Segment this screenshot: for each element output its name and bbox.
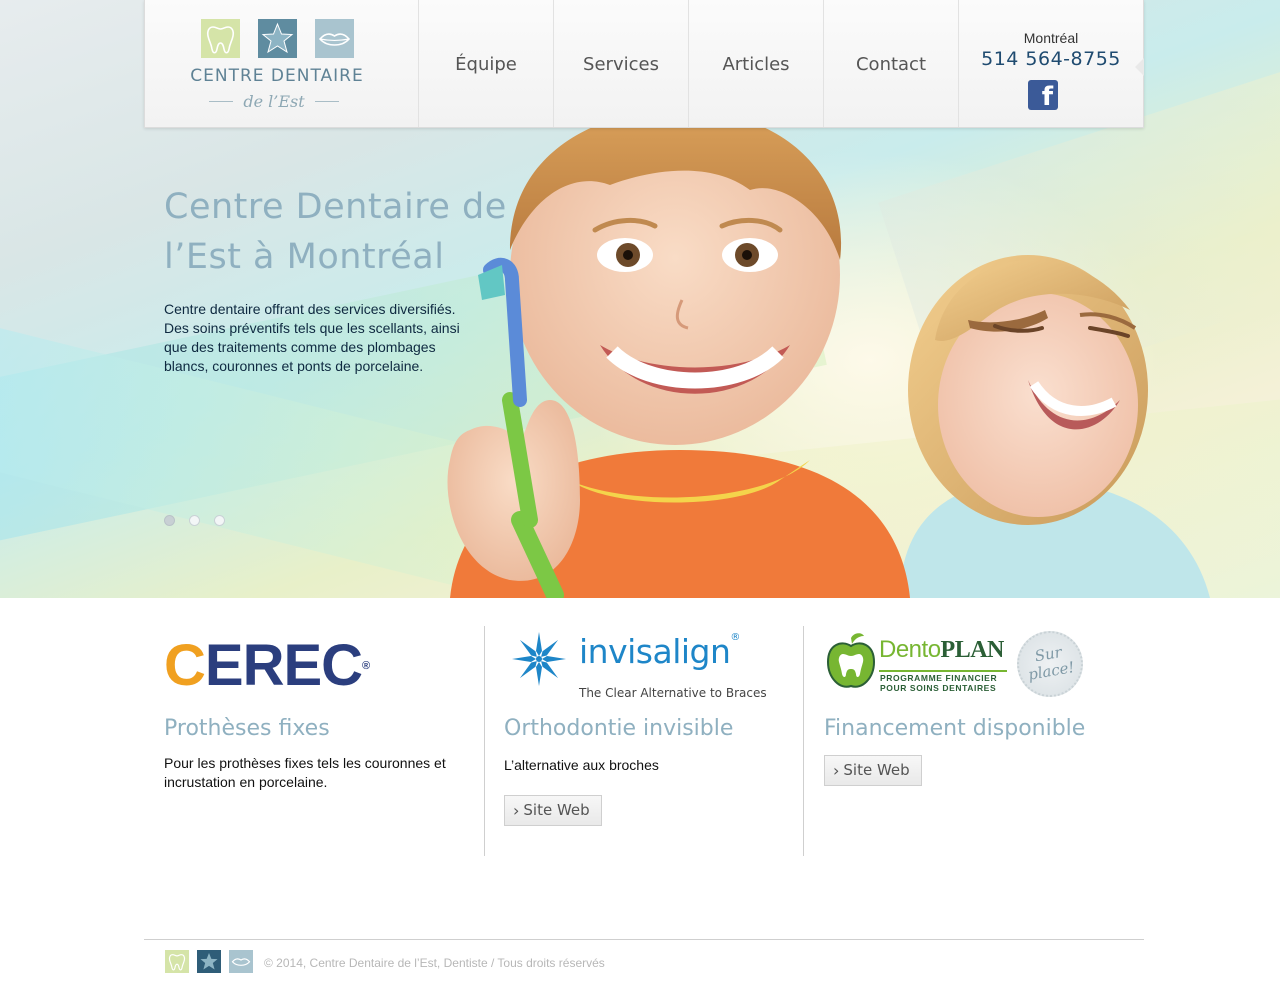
- slider-dot-1[interactable]: [164, 515, 175, 526]
- main-nav: Équipe Services Articles Contact: [419, 0, 959, 127]
- header-notch: [1135, 58, 1144, 76]
- button-label: Site Web: [843, 761, 910, 779]
- invisalign-logo-name: invisalign: [579, 632, 731, 671]
- apple-tooth-icon: [826, 633, 876, 688]
- invisalign-tagline: The Clear Alternative to Braces: [579, 686, 767, 700]
- logo-rule: [314, 101, 340, 102]
- site-logo[interactable]: CENTRE DENTAIRE de l’Est: [145, 0, 419, 127]
- star-icon: [197, 950, 221, 973]
- cerec-logo-rest: EREC: [204, 633, 363, 698]
- star-icon: [258, 19, 297, 58]
- dentoplan-subtitle-line-1: PROGRAMME FINANCIER: [880, 673, 998, 683]
- slider-dot-2[interactable]: [189, 515, 200, 526]
- tooth-icon: [165, 950, 189, 973]
- smile-lips-icon: [315, 19, 354, 58]
- footer-divider: [144, 939, 1144, 940]
- footer-copyright: © 2014, Centre Dentaire de l’Est, Dentis…: [264, 956, 605, 970]
- feature-title: Prothèses fixes: [164, 716, 330, 741]
- dentoplan-site-button[interactable]: › Site Web: [824, 755, 922, 786]
- logo-name: CENTRE DENTAIRE: [190, 66, 364, 86]
- feature-invisalign: invisalign® The Clear Alternative to Bra…: [504, 626, 804, 856]
- smile-lips-icon: [229, 950, 253, 973]
- nav-item-equipe[interactable]: Équipe: [419, 0, 554, 127]
- nav-item-contact[interactable]: Contact: [824, 0, 959, 127]
- logo-subtitle-text: de l’Est: [243, 92, 305, 111]
- button-label: Site Web: [523, 801, 590, 819]
- dentoplan-subtitle-line-2: POUR SOINS DENTAIRES: [880, 683, 997, 693]
- logo-subtitle: de l’Est: [209, 92, 340, 111]
- invisalign-logo-reg: ®: [730, 632, 740, 643]
- hero-kids-image: [447, 105, 1210, 598]
- chevron-right-icon: ›: [513, 801, 520, 820]
- hero-description: Centre dentaire offrant des services div…: [164, 301, 460, 374]
- invisalign-site-button[interactable]: › Site Web: [504, 795, 602, 826]
- dentoplan-subtitle: PROGRAMME FINANCIER POUR SOINS DENTAIRES: [880, 673, 997, 693]
- contact-city: Montréal: [1023, 30, 1079, 46]
- footer-logo-icons: [165, 950, 253, 973]
- logo-rule: [209, 101, 234, 102]
- logo-icons: [201, 19, 354, 58]
- tooth-icon: [201, 19, 240, 58]
- contact-phone[interactable]: 514 564-8755: [959, 48, 1143, 70]
- dentoplan-logo-dento: Dento: [879, 636, 941, 663]
- invisalign-star-icon: [512, 632, 566, 686]
- cerec-logo-c: C: [164, 633, 206, 698]
- facebook-icon[interactable]: f: [1028, 80, 1058, 110]
- feature-title: Orthodontie invisible: [504, 716, 734, 741]
- feature-divider: [484, 626, 485, 856]
- cerec-logo: CEREC®: [164, 637, 370, 695]
- hero-title: Centre Dentaire de l’Est à Montréal: [164, 187, 507, 277]
- nav-item-articles[interactable]: Articles: [689, 0, 824, 127]
- invisalign-logo: invisalign®: [579, 632, 740, 671]
- features-section: CEREC® Prothèses fixes Pour les prothèse…: [144, 625, 1144, 856]
- chevron-right-icon: ›: [833, 761, 840, 780]
- dentoplan-logo-plan: PLAN: [940, 637, 1005, 663]
- feature-text: Pour les prothèses fixes tels les couron…: [164, 755, 446, 790]
- dentoplan-rule: [879, 670, 1007, 672]
- slider-dots: [164, 515, 225, 526]
- feature-cerec: CEREC® Prothèses fixes Pour les prothèse…: [164, 626, 464, 856]
- feature-title: Financement disponible: [824, 716, 1086, 741]
- sur-place-seal: Sur place!: [1011, 625, 1089, 703]
- site-header: CENTRE DENTAIRE de l’Est Équipe Services…: [144, 0, 1144, 128]
- slider-dot-3[interactable]: [214, 515, 225, 526]
- feature-dentoplan: DentoPLAN PROGRAMME FINANCIER POUR SOINS…: [824, 625, 1124, 856]
- dentoplan-logo: DentoPLAN: [879, 636, 1004, 664]
- cerec-logo-reg: ®: [362, 660, 370, 672]
- nav-item-services[interactable]: Services: [554, 0, 689, 127]
- header-contact: Montréal 514 564-8755 f: [959, 0, 1144, 127]
- feature-text: L’alternative aux broches: [504, 757, 659, 773]
